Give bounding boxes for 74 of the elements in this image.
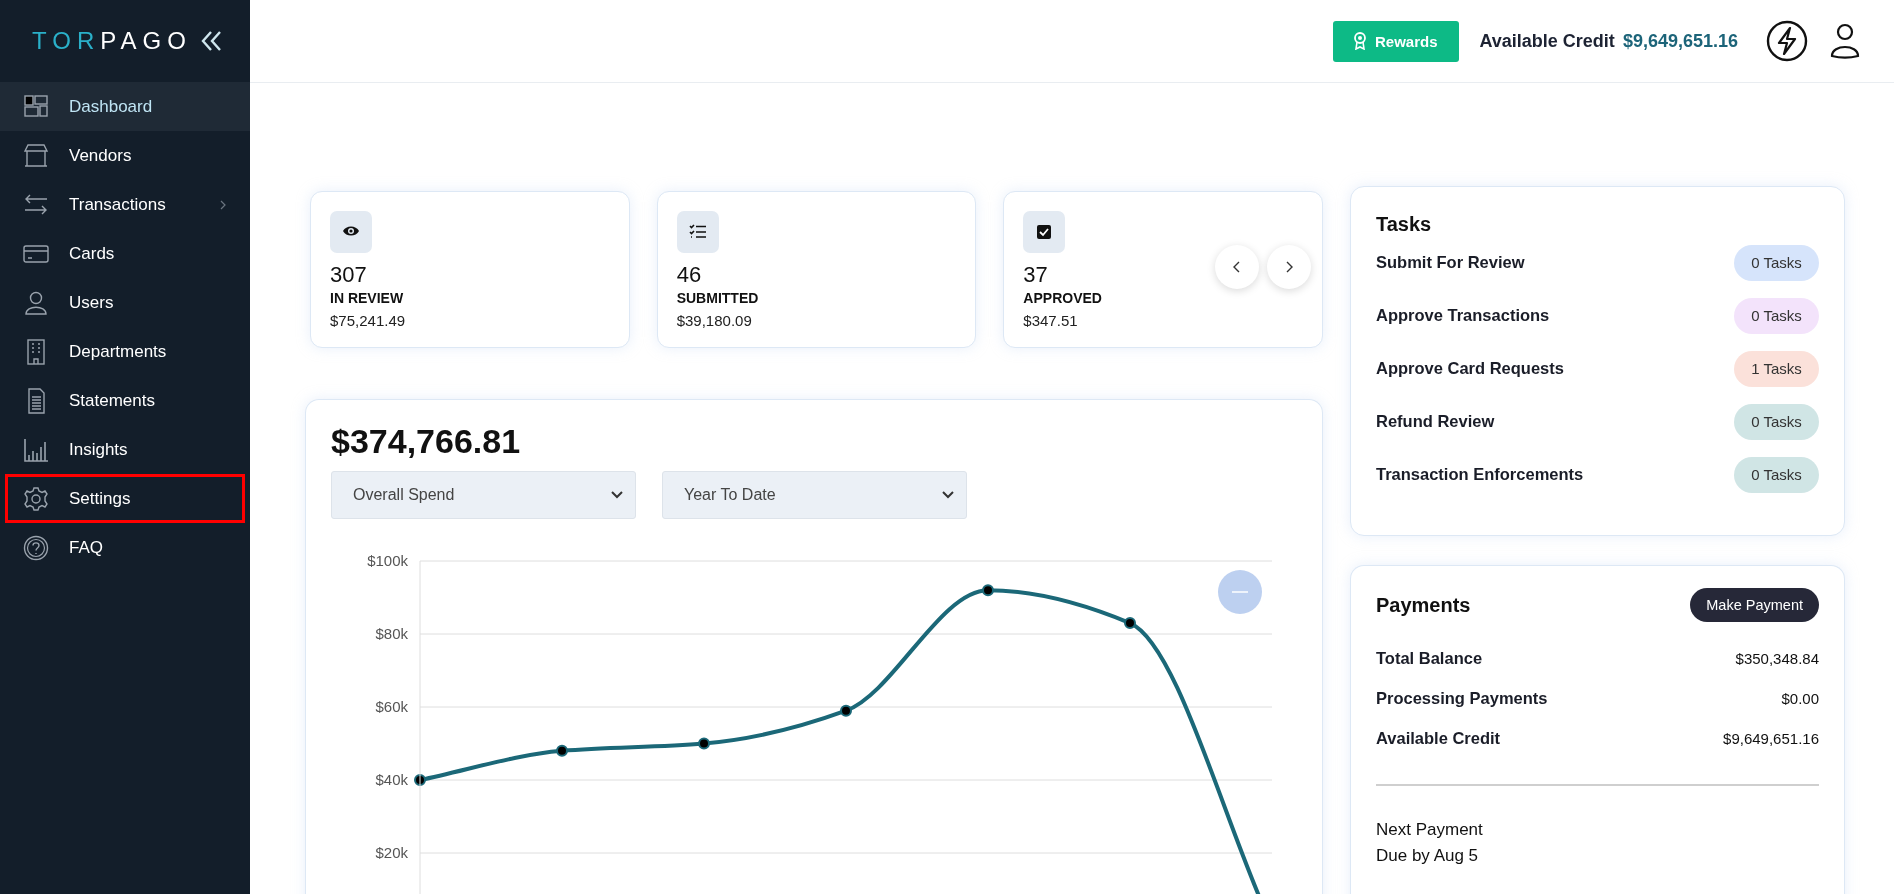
- stat-label: IN REVIEW: [330, 290, 404, 306]
- card-title: Payments: [1376, 593, 1471, 617]
- data-point: [698, 737, 710, 750]
- collapse-button[interactable]: [200, 29, 224, 53]
- data-point: [556, 744, 568, 757]
- stat-count: 307: [330, 262, 367, 288]
- logo: TOR PAGO: [32, 27, 192, 55]
- make-payment-button[interactable]: Make Payment: [1690, 588, 1819, 622]
- y-axis-label: $40k: [375, 771, 408, 788]
- grid-icon: [23, 93, 49, 120]
- stat-count: 46: [676, 262, 702, 288]
- stat-label: SUBMITTED: [676, 290, 759, 306]
- task-count: 0 Tasks: [1734, 244, 1819, 281]
- eye-icon: [330, 211, 372, 253]
- payment-label: Available Credit: [1376, 728, 1501, 748]
- nav-item[interactable]: Dashboard: [0, 82, 250, 131]
- payment-value: $350,348.84: [1735, 649, 1819, 667]
- data-point: [1124, 617, 1136, 630]
- nav-item[interactable]: Statements: [0, 376, 250, 425]
- task-label: Transaction Enforcements: [1376, 465, 1584, 484]
- nav-item[interactable]: Vendors: [0, 131, 250, 180]
- award-icon: [1352, 32, 1367, 50]
- settings-icon: [23, 485, 49, 512]
- lightning-icon[interactable]: [1766, 20, 1808, 62]
- task-label: Refund Review: [1376, 412, 1495, 431]
- stat-label: APPROVED: [1023, 290, 1102, 306]
- user-icon: [23, 289, 49, 316]
- payment-label: Processing Payments: [1376, 688, 1548, 708]
- nav-item[interactable]: FAQ: [0, 523, 250, 572]
- checklist-icon: [676, 211, 719, 253]
- task-count: 1 Tasks: [1734, 350, 1819, 387]
- nav-item[interactable]: Departments: [0, 327, 250, 376]
- task-count: 0 Tasks: [1734, 297, 1819, 334]
- checkbox-icon: [1023, 211, 1066, 253]
- due-date: Due by Aug 5: [1376, 846, 1480, 866]
- data-point: [840, 704, 852, 717]
- y-axis-label: $20k: [375, 844, 408, 861]
- period-dropdown[interactable]: Year To Date: [662, 471, 967, 519]
- payment-value: $9,649,651.16: [1723, 729, 1819, 747]
- task-label: Submit For Review: [1376, 253, 1525, 272]
- card-title: Tasks: [1376, 213, 1433, 236]
- y-axis-label: $60k: [375, 698, 408, 715]
- payment-label: Total Balance: [1376, 648, 1483, 668]
- stat-amount: $39,180.09: [676, 312, 752, 329]
- user-icon[interactable]: [1830, 23, 1860, 59]
- stat-count: 37: [1023, 262, 1048, 288]
- payment-value: $0.00: [1781, 689, 1819, 707]
- task-count: 0 Tasks: [1734, 403, 1819, 440]
- credit-label: Available Credit: [1479, 30, 1615, 52]
- nav-item[interactable]: Users: [0, 278, 250, 327]
- bar-chart-icon: [23, 436, 49, 463]
- chevron-down-icon: [611, 491, 623, 499]
- y-axis-label: $80k: [375, 625, 408, 642]
- stat-amount: $347.51: [1023, 312, 1078, 329]
- data-point: [414, 774, 426, 786]
- help-icon: [23, 534, 49, 561]
- task-label: Approve Transactions: [1376, 306, 1550, 325]
- data-point: [982, 584, 994, 597]
- y-axis-label: $100k: [367, 552, 408, 569]
- minus-icon: [1232, 591, 1248, 593]
- task-count: 0 Tasks: [1734, 456, 1819, 493]
- credit-value: $9,649,651.16: [1622, 30, 1738, 52]
- nav-item[interactable]: Settings: [5, 474, 245, 523]
- nav-item[interactable]: Cards: [0, 229, 250, 278]
- chevron-down-icon: [942, 491, 954, 499]
- storefront-icon: [23, 142, 49, 169]
- stat-amount: $75,241.49: [330, 312, 406, 329]
- metric-dropdown[interactable]: Overall Spend: [331, 471, 636, 519]
- next-payment-title: Next Payment: [1376, 820, 1484, 840]
- chevron-right-icon: [1284, 260, 1295, 274]
- nav-item[interactable]: Insights: [0, 425, 250, 474]
- nav-item[interactable]: Transactions: [0, 180, 250, 229]
- task-label: Approve Card Requests: [1376, 359, 1564, 378]
- spend-total: $374,766.81: [331, 422, 522, 461]
